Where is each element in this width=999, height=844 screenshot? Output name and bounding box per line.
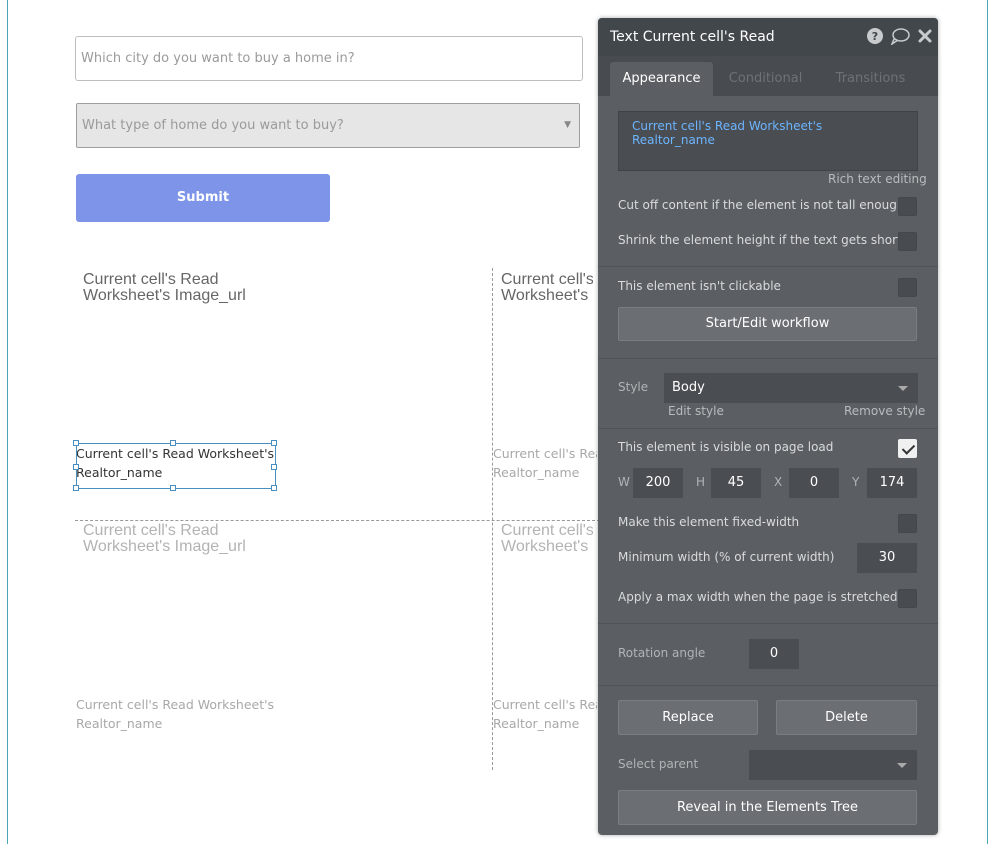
fixed-width-checkbox[interactable] [898, 514, 917, 533]
text-line: Current cell's [501, 523, 593, 539]
text-line: Worksheet's Image_url [83, 538, 246, 555]
visible-on-load-checkbox[interactable] [898, 439, 917, 458]
y-label: Y [852, 475, 860, 489]
select-parent-dropdown[interactable] [749, 750, 917, 780]
edit-style-link[interactable]: Edit style [668, 404, 724, 418]
width-field[interactable]: 200 [633, 468, 683, 498]
realtor-name-text[interactable]: Current cell's Rea Realtor_name [493, 444, 597, 482]
page-border [7, 0, 8, 844]
divider [598, 428, 938, 429]
x-field[interactable]: 0 [789, 468, 839, 498]
y-field[interactable]: 174 [867, 468, 917, 498]
max-width-checkbox[interactable] [898, 589, 917, 608]
chevron-down-icon [898, 386, 908, 391]
realtor-name-text[interactable]: Current cell's Rea Realtor_name [493, 695, 597, 733]
image-url-text[interactable]: Current cell's Read Worksheet's Image_ur… [83, 523, 246, 555]
selection-box[interactable] [73, 440, 277, 491]
divider [598, 358, 938, 359]
text-line: Worksheet's I [501, 538, 593, 555]
repeating-group-divider [75, 520, 600, 521]
resize-handle[interactable] [271, 440, 277, 446]
text-line: Realtor_name [493, 465, 580, 480]
max-width-label: Apply a max width when the page is stret… [618, 590, 898, 604]
visible-on-load-label: This element is visible on page load [618, 440, 834, 454]
fixed-width-label: Make this element fixed-width [618, 515, 800, 529]
rich-text-editing-link[interactable]: Rich text editing [828, 172, 927, 186]
cut-off-label: Cut off content if the element is not ta… [618, 198, 905, 212]
select-parent-label: Select parent [618, 757, 699, 771]
resize-handle[interactable] [170, 485, 176, 491]
tab-bar: Appearance Conditional Transitions [598, 56, 938, 96]
city-input[interactable]: Which city do you want to buy a home in? [75, 36, 583, 81]
resize-handle[interactable] [73, 440, 79, 446]
text-line: Current cell's Read Worksheet's [76, 697, 275, 712]
shrink-label: Shrink the element height if the text ge… [618, 233, 915, 247]
chevron-down-icon [897, 763, 907, 768]
editor-canvas: Which city do you want to buy a home in?… [0, 0, 999, 844]
close-icon[interactable] [916, 27, 934, 45]
not-clickable-checkbox[interactable] [898, 278, 917, 297]
width-label: W [618, 475, 630, 489]
start-edit-workflow-button[interactable]: Start/Edit workflow [618, 307, 917, 341]
resize-handle[interactable] [271, 485, 277, 491]
image-url-text[interactable]: Current cell's Read Worksheet's Image_ur… [83, 272, 246, 304]
resize-handle[interactable] [73, 464, 79, 470]
svg-text:?: ? [872, 30, 878, 43]
home-type-dropdown[interactable]: What type of home do you want to buy? ▼ [76, 103, 580, 148]
page-border [987, 0, 988, 844]
divider [598, 266, 938, 267]
property-editor-panel: Text Current cell's Read ? Appearance Co… [598, 18, 938, 835]
shrink-checkbox[interactable] [898, 232, 917, 251]
rotation-label: Rotation angle [618, 646, 706, 660]
height-label: H [696, 475, 706, 489]
style-label: Style [618, 380, 649, 394]
resize-handle[interactable] [271, 464, 277, 470]
min-width-label: Minimum width (% of current width) [618, 550, 835, 564]
text-line: Worksheet's Image_url [83, 287, 246, 304]
replace-button[interactable]: Replace [618, 700, 758, 735]
text-line: Current cell's [501, 272, 593, 288]
style-value: Body [672, 380, 705, 395]
tab-conditional[interactable]: Conditional [718, 62, 813, 96]
delete-button[interactable]: Delete [776, 700, 917, 735]
not-clickable-label: This element isn't clickable [618, 279, 781, 293]
image-url-text[interactable]: Current cell's Worksheet's I [501, 523, 593, 555]
panel-title: Text Current cell's Read [610, 29, 775, 45]
submit-button[interactable]: Submit [76, 174, 330, 222]
resize-handle[interactable] [170, 440, 176, 446]
realtor-name-text[interactable]: Current cell's Read Worksheet's Realtor_… [76, 695, 274, 733]
text-line: Current cell's Read [83, 522, 219, 539]
reveal-elements-tree-button[interactable]: Reveal in the Elements Tree [618, 790, 917, 825]
content-editor[interactable]: Current cell's Read Worksheet's Realtor_… [618, 111, 918, 171]
cut-off-checkbox[interactable] [898, 197, 917, 216]
caret-down-icon: ▼ [564, 120, 571, 130]
tab-transitions[interactable]: Transitions [823, 62, 918, 96]
resize-handle[interactable] [73, 485, 79, 491]
rotation-field[interactable]: 0 [749, 639, 799, 669]
text-line: Current cell's Rea [493, 446, 597, 461]
image-url-text[interactable]: Current cell's Worksheet's I [501, 272, 593, 304]
help-icon[interactable]: ? [866, 27, 884, 45]
x-label: X [774, 475, 783, 489]
text-line: Current cell's Rea [493, 697, 597, 712]
text-line: Current cell's Read [83, 271, 219, 288]
home-type-placeholder: What type of home do you want to buy? [82, 118, 344, 133]
text-line: Realtor_name [76, 716, 163, 731]
tab-appearance[interactable]: Appearance [610, 62, 713, 96]
text-line: Realtor_name [493, 716, 580, 731]
comment-icon[interactable] [890, 27, 910, 45]
divider [598, 623, 938, 624]
remove-style-link[interactable]: Remove style [844, 404, 925, 418]
text-line: Worksheet's I [501, 287, 593, 304]
panel-header[interactable]: Text Current cell's Read ? [598, 18, 938, 56]
divider [598, 685, 938, 686]
height-field[interactable]: 45 [711, 468, 761, 498]
min-width-field[interactable]: 30 [857, 543, 917, 573]
style-dropdown[interactable]: Body [664, 373, 918, 403]
